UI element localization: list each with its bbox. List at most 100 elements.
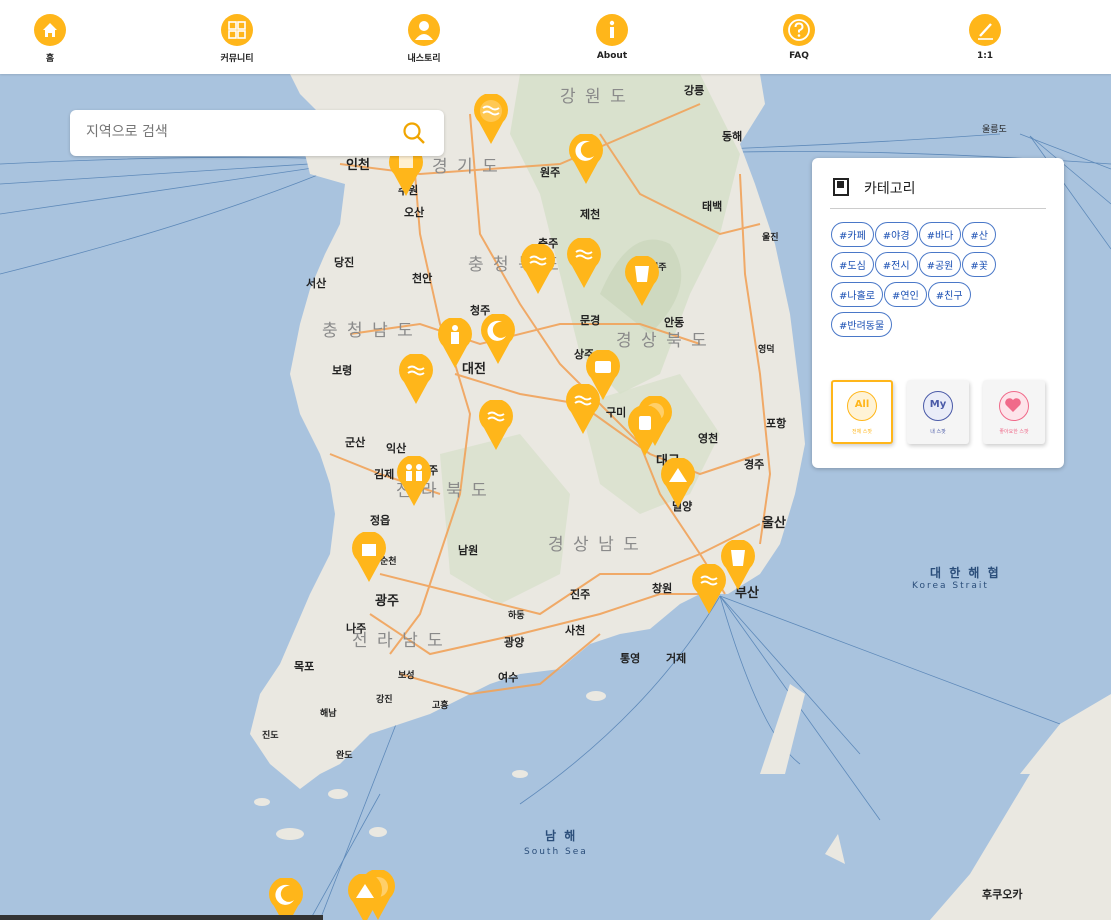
my-icon: My [923, 391, 953, 421]
spot-marker[interactable] [624, 256, 660, 306]
region-label: 경 상 남 도 [548, 535, 641, 555]
place-label: 사천 [565, 624, 586, 637]
place-label: 강릉 [684, 84, 705, 97]
place-label: 고흥 [432, 701, 449, 711]
place-label: 남원 [458, 544, 479, 557]
spot-marker[interactable] [627, 406, 663, 456]
spot-marker[interactable] [268, 878, 304, 920]
tag-park[interactable]: #공원 [918, 252, 962, 277]
place-label: 울진 [762, 233, 779, 243]
spot-marker[interactable] [691, 564, 727, 614]
place-label: 나주 [346, 622, 367, 635]
place-label: 거제 [666, 652, 687, 665]
region-label: 강 원 도 [560, 87, 628, 107]
nav-inquiry[interactable]: 1:1 [945, 14, 1025, 61]
place-label: 제천 [580, 208, 601, 221]
place-label: 인천 [346, 158, 370, 173]
tag-friend[interactable]: #친구 [927, 282, 971, 307]
place-label: 해남 [320, 709, 337, 719]
place-label: 오산 [404, 206, 425, 219]
my-icon-text: My [929, 399, 947, 410]
place-label: 영덕 [758, 345, 775, 355]
spot-marker[interactable] [565, 384, 601, 434]
spot-marker[interactable] [437, 318, 473, 368]
place-label: 여수 [498, 671, 519, 684]
tag-cafe[interactable]: #카페 [831, 222, 874, 247]
nav-faq-label: FAQ [789, 51, 809, 61]
my-spots-label: 내 스팟 [930, 429, 946, 435]
place-label: 포항 [766, 417, 787, 430]
liked-spots-button[interactable]: 좋아요한 스팟 [983, 380, 1045, 444]
spot-marker[interactable] [480, 314, 516, 364]
spot-marker[interactable] [473, 94, 509, 144]
sea-label: 남 해 [545, 829, 578, 843]
spot-marker[interactable] [566, 238, 602, 288]
nav-faq[interactable]: FAQ [759, 14, 839, 61]
place-label: 당진 [334, 256, 355, 269]
spot-marker[interactable] [568, 134, 604, 184]
my-spots-button[interactable]: My 내 스팟 [907, 380, 969, 444]
pencil-icon [969, 14, 1001, 46]
user-icon [408, 14, 440, 46]
place-label: 완도 [336, 751, 353, 761]
tag-couple[interactable]: #연인 [883, 282, 927, 307]
tag-exhibition[interactable]: #전시 [874, 252, 918, 277]
tag-flower[interactable]: #꽃 [962, 252, 996, 277]
place-label: 영천 [698, 432, 719, 445]
tag-sea[interactable]: #바다 [918, 222, 962, 247]
place-label: 김제 [374, 468, 395, 481]
spot-marker[interactable] [520, 244, 556, 294]
tag-mountain[interactable]: #산 [962, 222, 996, 247]
place-label: 목포 [294, 660, 315, 673]
place-label: 익산 [386, 442, 407, 455]
all-icon-text: All [854, 399, 870, 410]
all-icon: All [847, 391, 877, 421]
sea-label-en: South Sea [524, 847, 588, 857]
nav-home[interactable]: 홈 [10, 14, 90, 64]
heart-icon [999, 391, 1029, 421]
spot-marker[interactable] [660, 458, 696, 508]
spot-marker[interactable] [396, 456, 432, 506]
place-label: 원주 [540, 166, 561, 179]
nav-my-story[interactable]: 내스토리 [384, 14, 464, 64]
place-label: 경주 [744, 458, 765, 471]
map-scrollbar[interactable] [0, 915, 323, 920]
spot-marker[interactable] [478, 400, 514, 450]
region-search-input[interactable] [84, 123, 388, 141]
info-icon [596, 14, 628, 46]
region-search-box [70, 110, 444, 156]
tag-solo[interactable]: #나홀로 [831, 282, 883, 307]
nav-home-label: 홈 [45, 54, 55, 64]
liked-spots-label: 좋아요한 스팟 [999, 429, 1029, 435]
all-spots-label: 전체 스팟 [852, 429, 872, 435]
spot-marker[interactable] [398, 354, 434, 404]
place-label: 창원 [652, 582, 673, 595]
place-label: 하동 [508, 611, 525, 621]
all-spots-button[interactable]: All 전체 스팟 [831, 380, 893, 444]
place-label: 정읍 [370, 514, 391, 527]
book-icon [832, 177, 852, 201]
nav-about-label: About [596, 51, 628, 61]
place-label: 광주 [375, 594, 399, 609]
question-icon [783, 14, 815, 46]
place-label: 군산 [345, 436, 366, 449]
category-title: 카테고리 [864, 181, 916, 197]
place-label: 보령 [332, 364, 353, 377]
place-label: 진도 [262, 731, 279, 741]
place-label: 울릉도 [982, 125, 1007, 135]
nav-about[interactable]: About [572, 14, 652, 61]
tag-pet[interactable]: #반려동물 [831, 312, 893, 337]
place-label: 천안 [412, 272, 433, 285]
place-label: 후쿠오카 [982, 888, 1023, 901]
search-icon[interactable] [402, 121, 426, 149]
nav-my-story-label: 내스토리 [407, 54, 441, 64]
divider [830, 208, 1046, 209]
spot-marker[interactable] [351, 532, 387, 582]
tag-night-view[interactable]: #야경 [874, 222, 918, 247]
place-label: 강진 [376, 695, 393, 705]
sea-label-en: Korea Strait [912, 581, 989, 591]
tag-city[interactable]: #도심 [831, 252, 874, 277]
place-label: 태백 [702, 200, 723, 213]
nav-community[interactable]: 커뮤니티 [197, 14, 277, 64]
spot-marker[interactable] [347, 874, 383, 920]
